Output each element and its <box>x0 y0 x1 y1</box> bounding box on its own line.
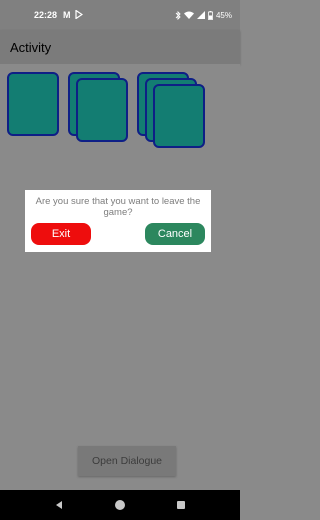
status-bar: 22:28 M 45% <box>0 0 240 30</box>
dialog-message: Are you sure that you want to leave the … <box>35 196 201 218</box>
page-title: Activity <box>10 39 52 55</box>
status-time: 22:28 <box>34 10 58 20</box>
back-icon[interactable] <box>49 495 69 515</box>
battery-percent: 45% <box>215 10 232 20</box>
open-dialog-button[interactable]: Open Dialogue <box>78 446 176 476</box>
leave-game-dialog: Are you sure that you want to leave the … <box>25 190 211 252</box>
signal-icon <box>196 11 205 19</box>
card-stack-3-card-3[interactable] <box>153 84 205 148</box>
home-icon[interactable] <box>110 495 130 515</box>
play-icon <box>74 8 83 21</box>
app-bar: Activity <box>0 30 240 64</box>
status-right-group: 45% <box>175 10 232 20</box>
card-stack-1-card-1[interactable] <box>7 72 59 136</box>
battery-icon <box>208 10 213 20</box>
game-area: Open Dialogue <box>0 64 240 490</box>
gmail-icon: M <box>63 10 71 20</box>
card-stack-2-card-2[interactable] <box>76 78 128 142</box>
bluetooth-icon <box>175 10 181 20</box>
wifi-icon <box>183 11 194 19</box>
recents-icon[interactable] <box>171 495 191 515</box>
navigation-bar <box>0 490 240 520</box>
cancel-button[interactable]: Cancel <box>145 223 205 245</box>
exit-button[interactable]: Exit <box>31 223 91 245</box>
dialog-buttons: Exit Cancel <box>31 223 205 245</box>
